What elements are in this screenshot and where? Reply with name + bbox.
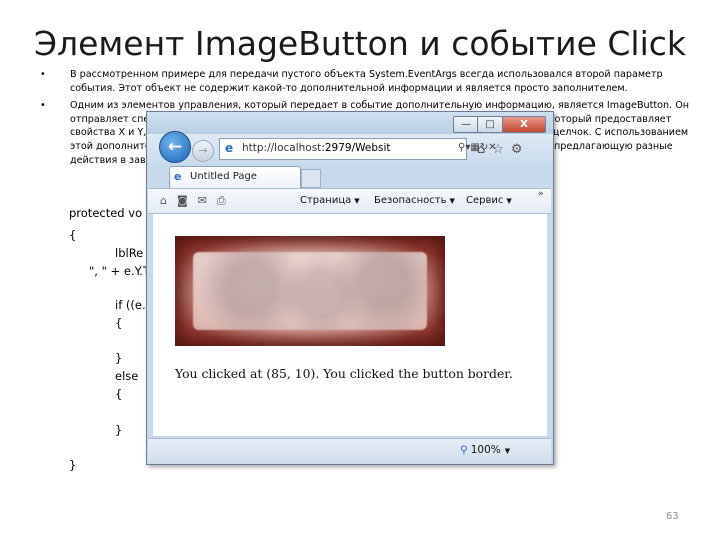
address-url: http://localhost:2979/Websit xyxy=(242,142,391,154)
gear-icon[interactable]: ⚙ xyxy=(511,142,523,157)
menu-service-label: Сервис xyxy=(466,195,504,206)
code-line: else xyxy=(115,369,139,383)
menu-page[interactable]: Страница ▼ xyxy=(300,195,360,206)
page-content: You clicked at (85, 10). You clicked the… xyxy=(153,214,547,436)
maximize-button[interactable]: □ xyxy=(477,116,503,133)
code-line: ", " + e.Y.T xyxy=(89,264,150,278)
page-number: 63 xyxy=(666,511,679,522)
forward-button[interactable]: → xyxy=(192,140,214,162)
home-icon[interactable]: ⌂ xyxy=(160,194,167,207)
bullet-dot: • xyxy=(40,100,46,112)
code-line: lblRe xyxy=(115,246,144,260)
code-line: } xyxy=(115,423,123,437)
result-label: You clicked at (85, 10). You clicked the… xyxy=(175,366,513,381)
favorites-icon[interactable]: ☆ xyxy=(492,142,504,157)
browser-window: — □ X ← → e http://localhost:2979/Websit… xyxy=(146,111,554,465)
address-url-host: http://localhost xyxy=(242,142,322,154)
command-icons: ⌂ ◙ ✉ ⎙ xyxy=(160,194,236,208)
code-line: { xyxy=(69,228,77,242)
address-url-path: :2979/Websit xyxy=(321,142,391,154)
code-line: protected vo xyxy=(69,206,143,220)
chevron-down-icon: ▼ xyxy=(506,197,512,205)
code-line: { xyxy=(115,387,123,401)
code-line: { xyxy=(115,316,123,330)
back-button[interactable]: ← xyxy=(159,131,191,163)
menu-security[interactable]: Безопасность ▼ xyxy=(374,195,455,206)
code-line: } xyxy=(69,458,77,472)
code-line: if ((e. xyxy=(115,298,146,312)
chevron-down-icon: ▼ xyxy=(354,197,360,205)
menu-page-label: Страница xyxy=(300,195,352,206)
tab-label: Untitled Page xyxy=(190,171,257,182)
browser-toolbar-icons: ⌂ ☆ ⚙ xyxy=(477,142,530,157)
bullet-dot: • xyxy=(40,69,46,80)
address-bar[interactable]: e http://localhost:2979/Websit ⚲▾▦↻✕ xyxy=(219,138,497,160)
menu-service[interactable]: Сервис ▼ xyxy=(466,195,512,206)
zoom-level: 100% xyxy=(470,444,501,456)
ie-icon: e xyxy=(225,141,234,155)
minimize-button[interactable]: — xyxy=(453,116,479,133)
bullet-item: • В рассмотренном примере для передачи пу… xyxy=(32,68,692,95)
zoom-icon: ⚲ xyxy=(460,444,468,456)
print-icon[interactable]: ⎙ xyxy=(217,194,226,207)
new-tab-button[interactable] xyxy=(301,169,321,188)
home-icon[interactable]: ⌂ xyxy=(477,142,485,157)
chevron-down-icon: ▼ xyxy=(504,447,511,455)
chevron-down-icon: ▼ xyxy=(449,197,455,205)
image-button[interactable] xyxy=(175,236,445,346)
status-bar: ⚲ 100% ▼ xyxy=(148,438,551,463)
slide-title: Элемент ImageButton и событие Click xyxy=(33,24,687,63)
zoom-control[interactable]: ⚲ 100% ▼ xyxy=(460,444,510,456)
title-bar: — □ X xyxy=(147,112,553,134)
more-commands-button[interactable]: » xyxy=(538,189,544,199)
command-bar: ⌂ ◙ ✉ ⎙ Страница ▼ Безопасность ▼ Сервис ▼ » xyxy=(148,188,551,214)
close-button[interactable]: X xyxy=(502,116,546,133)
tab-untitled-page[interactable]: e Untitled Page xyxy=(169,166,301,189)
mail-icon[interactable]: ✉ xyxy=(198,194,207,207)
feeds-icon[interactable]: ◙ xyxy=(177,194,188,207)
menu-security-label: Безопасность xyxy=(374,195,447,206)
bullet-text: В рассмотренном примере для передачи пус… xyxy=(70,69,663,94)
code-line: } xyxy=(115,351,123,365)
ie-icon: e xyxy=(174,170,182,183)
